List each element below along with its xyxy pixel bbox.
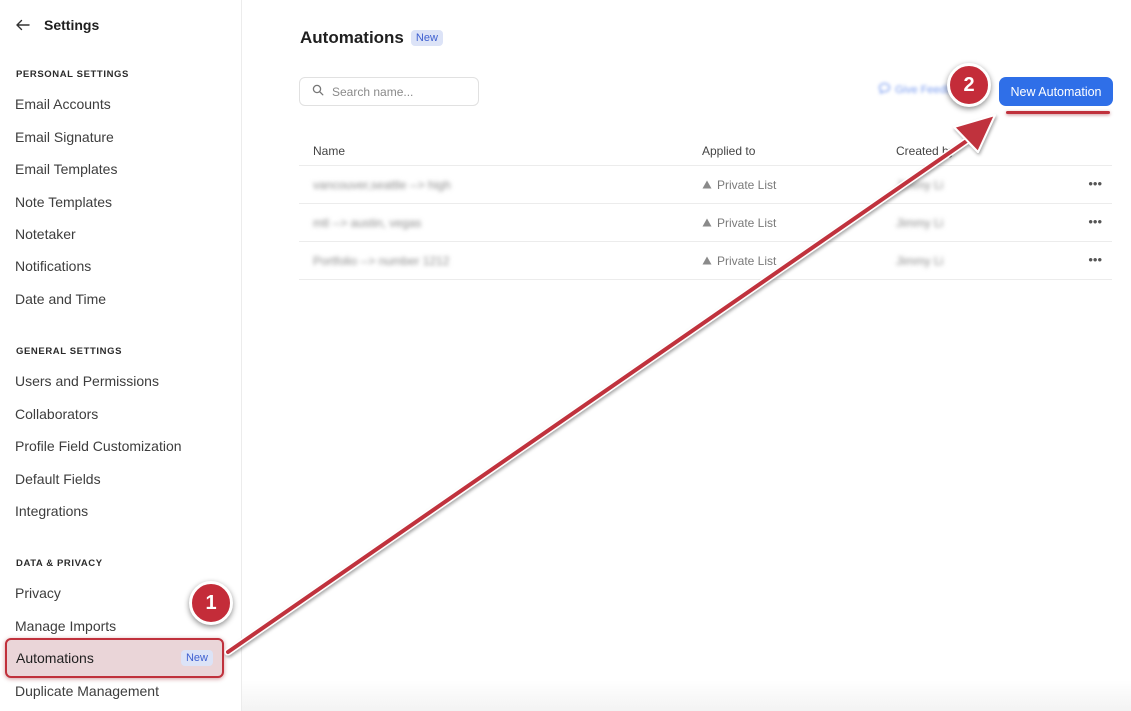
applied-to-cell: Private List <box>702 178 776 192</box>
column-header-created-by[interactable]: Created by <box>896 144 955 158</box>
more-horizontal-icon[interactable]: ••• <box>1088 176 1102 191</box>
sidebar-item-manage-imports[interactable]: Manage Imports <box>15 618 116 634</box>
section-heading-general: GENERAL SETTINGS <box>16 346 123 357</box>
sidebar-item-automations[interactable]: Automations New <box>5 638 224 678</box>
search-icon <box>312 83 324 101</box>
warning-triangle-icon <box>702 216 712 230</box>
more-horizontal-icon[interactable]: ••• <box>1088 214 1102 229</box>
column-header-name[interactable]: Name <box>313 144 345 158</box>
chat-bubble-icon <box>878 82 891 98</box>
sidebar-item-email-accounts[interactable]: Email Accounts <box>15 96 111 112</box>
column-header-applied-to[interactable]: Applied to <box>702 144 755 158</box>
sidebar-item-notetaker[interactable]: Notetaker <box>15 226 76 242</box>
applied-to-cell: Private List <box>702 216 776 230</box>
sidebar-item-date-and-time[interactable]: Date and Time <box>15 291 106 307</box>
sidebar-item-integrations[interactable]: Integrations <box>15 503 88 519</box>
applied-to-cell: Private List <box>702 254 776 268</box>
search-box[interactable] <box>299 77 479 106</box>
sidebar-item-notifications[interactable]: Notifications <box>15 258 91 274</box>
created-by-cell: Jimmy Li <box>896 254 944 268</box>
search-input[interactable] <box>332 84 472 99</box>
warning-triangle-icon <box>702 254 712 268</box>
step-marker-2: 2 <box>947 63 991 107</box>
annotation-underline <box>1006 111 1110 114</box>
sidebar-item-email-templates[interactable]: Email Templates <box>15 161 117 177</box>
section-heading-personal: PERSONAL SETTINGS <box>16 69 129 80</box>
sidebar-item-profile-field-customization[interactable]: Profile Field Customization <box>15 438 182 454</box>
sidebar-item-email-signature[interactable]: Email Signature <box>15 129 114 145</box>
table-row[interactable]: mtl --> austin, vegas Private List Jimmy… <box>299 204 1112 242</box>
main-content: Automations New Give Feedback New Automa… <box>242 0 1131 711</box>
sidebar-item-collaborators[interactable]: Collaborators <box>15 406 98 422</box>
warning-triangle-icon <box>702 178 712 192</box>
automation-name[interactable]: Portfolio --> number 1212 <box>313 254 449 268</box>
table-row[interactable]: vancouver,seattle --> high Private List … <box>299 166 1112 204</box>
sidebar-item-users-and-permissions[interactable]: Users and Permissions <box>15 373 159 389</box>
sidebar-title: Settings <box>44 17 100 33</box>
bottom-shade <box>242 680 1131 711</box>
section-heading-data-privacy: DATA & PRIVACY <box>16 558 103 569</box>
created-by-cell: Jimmy Li <box>896 178 944 192</box>
sidebar-item-duplicate-management[interactable]: Duplicate Management <box>15 683 159 699</box>
table-row[interactable]: Portfolio --> number 1212 Private List J… <box>299 242 1112 280</box>
applied-to-text: Private List <box>717 216 777 230</box>
page-title: Automations <box>300 28 404 47</box>
sidebar-header: Settings <box>14 17 99 33</box>
step-marker-1: 1 <box>189 581 233 625</box>
sidebar-item-default-fields[interactable]: Default Fields <box>15 471 101 487</box>
new-automation-button[interactable]: New Automation <box>999 77 1113 106</box>
automations-table: Name Applied to Created by vancouver,sea… <box>299 138 1112 280</box>
more-horizontal-icon[interactable]: ••• <box>1088 252 1102 267</box>
new-badge: New <box>180 650 213 666</box>
applied-to-text: Private List <box>717 178 777 192</box>
page-header: Automations New <box>300 28 443 48</box>
back-arrow-icon[interactable] <box>14 17 30 33</box>
table-header: Name Applied to Created by <box>299 138 1112 166</box>
sidebar-item-note-templates[interactable]: Note Templates <box>15 194 112 210</box>
applied-to-text: Private List <box>717 254 777 268</box>
created-by-cell: Jimmy Li <box>896 216 944 230</box>
automation-name[interactable]: mtl --> austin, vegas <box>313 216 421 230</box>
automation-name[interactable]: vancouver,seattle --> high <box>313 178 451 192</box>
title-new-badge: New <box>410 30 443 46</box>
sidebar-item-label: Automations <box>16 650 94 666</box>
sidebar-item-privacy[interactable]: Privacy <box>15 585 61 601</box>
